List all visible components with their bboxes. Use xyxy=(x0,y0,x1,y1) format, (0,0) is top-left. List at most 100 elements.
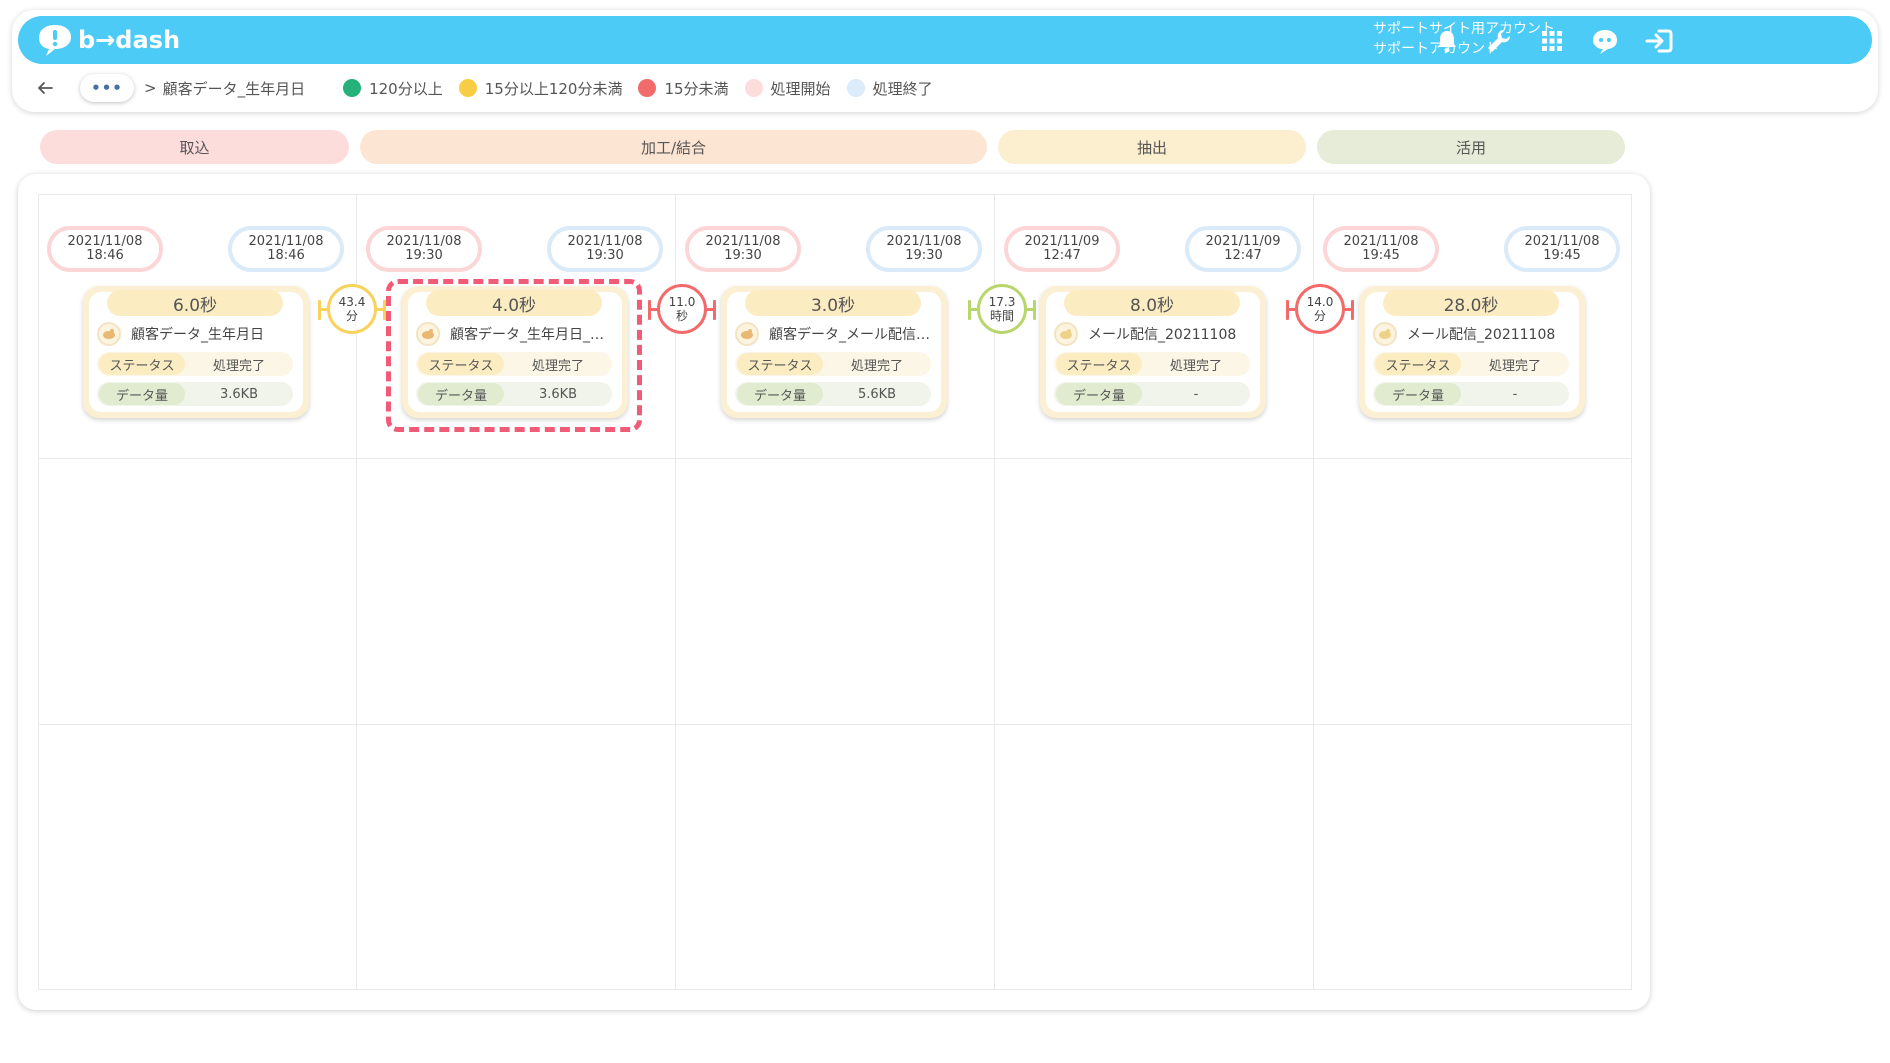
volume-value: 3.6KB xyxy=(538,386,578,402)
interval-connector: 11.0 秒 xyxy=(648,284,716,338)
node-card-body: 8.0秒 メール配信_20211108 ステータス 処理完了 データ量 - xyxy=(1046,290,1260,412)
grid-line xyxy=(1631,194,1632,990)
end-time: 18:46 xyxy=(267,248,305,263)
grid-line xyxy=(38,724,1632,725)
connector-bar xyxy=(1033,300,1036,320)
data-extract-icon xyxy=(1054,322,1078,346)
grid-line xyxy=(38,194,1632,195)
status-label: ステータス xyxy=(418,353,504,375)
logout-icon[interactable] xyxy=(1644,26,1674,56)
end-timestamp: 2021/11/08 19:45 xyxy=(1504,226,1620,272)
back-arrow-icon[interactable] xyxy=(30,74,60,102)
breadcrumb-bar: ••• > 顧客データ_生年月日 120分以上 15分以上120分未満 15分未… xyxy=(30,74,949,102)
start-date: 2021/11/08 xyxy=(386,234,462,249)
phase-import: 取込 xyxy=(40,130,349,164)
volume-label: データ量 xyxy=(1056,383,1142,405)
node-card-body: 28.0秒 メール配信_20211108 ステータス 処理完了 データ量 - xyxy=(1365,290,1579,412)
node-title: 顧客データ_メール配信… xyxy=(735,322,931,346)
start-time: 19:45 xyxy=(1362,248,1400,263)
node-duration: 28.0秒 xyxy=(1383,290,1559,316)
interval-value: 17.3 xyxy=(988,295,1016,309)
status-row: ステータス 処理完了 xyxy=(735,352,931,376)
start-time: 12:47 xyxy=(1043,248,1081,263)
start-date: 2021/11/08 xyxy=(67,234,143,249)
end-time: 12:47 xyxy=(1224,248,1262,263)
node-name: 顧客データ_生年月日 xyxy=(131,327,264,343)
end-time: 19:45 xyxy=(1543,248,1581,263)
status-label: ステータス xyxy=(737,353,823,375)
start-date: 2021/11/08 xyxy=(705,234,781,249)
volume-label: データ量 xyxy=(99,383,185,405)
flow-board: 2021/11/08 18:46 2021/11/08 18:46 6.0秒 顧… xyxy=(18,174,1650,1010)
node-duration: 4.0秒 xyxy=(426,290,602,316)
end-time: 19:30 xyxy=(586,248,624,263)
node-card[interactable]: 3.0秒 顧客データ_メール配信… ステータス 処理完了 データ量 5.6KB xyxy=(721,286,947,418)
node-card[interactable]: 6.0秒 顧客データ_生年月日 ステータス 処理完了 データ量 3.6KB xyxy=(83,286,309,418)
start-date: 2021/11/08 xyxy=(1343,234,1419,249)
node-title: メール配信_20211108 xyxy=(1373,322,1569,346)
volume-label: データ量 xyxy=(737,383,823,405)
legend-label: 15分以上120分未満 xyxy=(484,79,623,98)
data-import-icon xyxy=(97,322,121,346)
node-duration: 6.0秒 xyxy=(107,290,283,316)
volume-row: データ量 5.6KB xyxy=(735,382,931,406)
volume-label: データ量 xyxy=(1375,383,1461,405)
interval-unit: 分 xyxy=(345,309,358,323)
start-timestamp: 2021/11/08 19:30 xyxy=(685,226,801,272)
bdash-logo[interactable]: b→dash xyxy=(36,22,180,58)
status-row: ステータス 処理完了 xyxy=(416,352,612,376)
start-timestamp: 2021/11/08 19:30 xyxy=(366,226,482,272)
interval-unit: 時間 xyxy=(989,309,1014,323)
status-value: 処理完了 xyxy=(531,358,584,374)
volume-label: データ量 xyxy=(418,383,504,405)
legend-dot-yellow xyxy=(458,79,477,97)
node-card-body: 3.0秒 顧客データ_メール配信… ステータス 処理完了 データ量 5.6KB xyxy=(727,290,941,412)
connector-bar xyxy=(1351,300,1354,320)
interval-circle: 11.0 秒 xyxy=(657,284,707,334)
legend-label: 120分以上 xyxy=(369,79,443,98)
status-value: 処理完了 xyxy=(212,358,265,374)
start-time: 19:30 xyxy=(405,248,443,263)
node-card[interactable]: 28.0秒 メール配信_20211108 ステータス 処理完了 データ量 - xyxy=(1359,286,1585,418)
interval-connector: 43.4 分 xyxy=(318,284,386,338)
legend-label: 処理終了 xyxy=(872,79,933,98)
interval-value: 14.0 xyxy=(1306,295,1334,309)
status-label: ステータス xyxy=(1375,353,1461,375)
connector-bar xyxy=(713,300,716,320)
legend-label: 15分未満 xyxy=(664,79,729,98)
node-name: 顧客データ_メール配信… xyxy=(769,327,930,343)
end-time: 19:30 xyxy=(905,248,943,263)
legend-item: 処理終了 xyxy=(846,78,933,99)
logo-text: b→dash xyxy=(78,26,181,54)
start-timestamp: 2021/11/09 12:47 xyxy=(1004,226,1120,272)
bell-icon[interactable] xyxy=(1432,26,1462,56)
status-label: ステータス xyxy=(99,353,185,375)
breadcrumb-more-button[interactable]: ••• xyxy=(80,74,134,102)
status-row: ステータス 処理完了 xyxy=(97,352,293,376)
node-card-selected[interactable]: 4.0秒 顧客データ_生年月日_2… ステータス 処理完了 データ量 3.6KB xyxy=(402,286,628,418)
legend-dot-pink xyxy=(744,79,763,97)
status-value: 処理完了 xyxy=(850,358,903,374)
phase-utilize: 活用 xyxy=(1317,130,1625,164)
end-date: 2021/11/08 xyxy=(567,234,643,249)
start-timestamp: 2021/11/08 18:46 xyxy=(47,226,163,272)
wrench-icon[interactable] xyxy=(1484,26,1514,56)
legend-label: 処理開始 xyxy=(770,79,831,98)
end-date: 2021/11/08 xyxy=(248,234,324,249)
node-title: 顧客データ_生年月日_2… xyxy=(416,322,612,346)
chat-bot-icon[interactable] xyxy=(1590,26,1620,56)
status-value: 処理完了 xyxy=(1169,358,1222,374)
start-timestamp: 2021/11/08 19:45 xyxy=(1323,226,1439,272)
legend-item: 15分未満 xyxy=(638,78,729,99)
account-info: サポートサイト用アカウント サポートアカウント xyxy=(1373,19,1555,59)
data-process-icon xyxy=(416,322,440,346)
interval-unit: 秒 xyxy=(675,309,688,323)
phase-process: 加工/結合 xyxy=(360,130,987,164)
breadcrumb-current: 顧客データ_生年月日 xyxy=(162,79,306,98)
legend-item: 処理開始 xyxy=(744,78,831,99)
start-time: 19:30 xyxy=(724,248,762,263)
grid-menu-icon[interactable] xyxy=(1537,26,1567,56)
volume-value: 5.6KB xyxy=(857,386,897,402)
end-timestamp: 2021/11/08 19:30 xyxy=(866,226,982,272)
node-card[interactable]: 8.0秒 メール配信_20211108 ステータス 処理完了 データ量 - xyxy=(1040,286,1266,418)
